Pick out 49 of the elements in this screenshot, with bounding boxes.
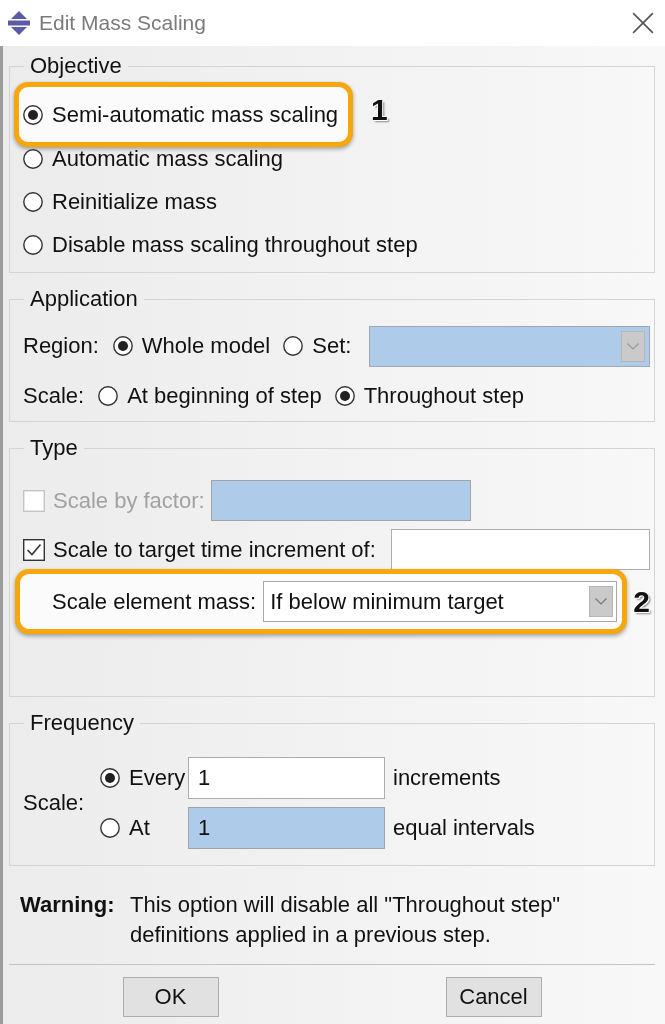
field-label: Scale: — [23, 790, 86, 816]
field-label: Scale: — [23, 383, 85, 409]
radio-button[interactable] — [23, 104, 43, 125]
window-title: Edit Mass Scaling — [39, 11, 206, 35]
radio-label[interactable]: Set: — [312, 333, 352, 359]
input-field[interactable]: 1 — [188, 807, 385, 849]
checkbox-label[interactable]: Scale to target time increment of: — [53, 536, 376, 563]
radio-button[interactable] — [334, 386, 355, 406]
field-label: Scale element mass: — [52, 588, 257, 615]
callout-number: 2 — [633, 584, 650, 619]
radio-label[interactable]: Semi-automatic mass scaling — [52, 101, 339, 128]
input-field[interactable]: 1 — [188, 757, 385, 799]
dropdown-field[interactable] — [369, 325, 650, 367]
radio-label[interactable]: Whole model — [141, 333, 271, 359]
radio-button[interactable] — [100, 768, 120, 788]
input-field[interactable] — [210, 480, 471, 521]
input-field[interactable] — [390, 529, 650, 570]
warning-text: This option will disable all "Throughout step" definitions applied in a previous step. — [130, 891, 562, 949]
radio-label[interactable]: Disable mass scaling throughout step — [52, 231, 418, 258]
radio-label[interactable]: Automatic mass scaling — [52, 145, 284, 172]
radio-button[interactable] — [283, 336, 304, 356]
unit-label: increments — [393, 765, 502, 791]
radio-label[interactable]: Reinitialize mass — [52, 188, 218, 215]
radio-button[interactable] — [98, 386, 119, 406]
close-icon[interactable] — [632, 12, 654, 34]
radio-label[interactable]: At beginning of step — [127, 383, 322, 409]
radio-button[interactable] — [23, 191, 43, 212]
caret-icon — [627, 342, 639, 350]
group-title: Application — [29, 287, 139, 311]
checkbox[interactable] — [23, 538, 45, 561]
callout-number: 1 — [371, 92, 388, 127]
dialog-button[interactable]: Cancel — [445, 977, 542, 1017]
dropdown-field[interactable]: If below minimum target — [263, 581, 618, 622]
field-label: Region: — [23, 333, 99, 359]
radio-button[interactable] — [100, 818, 120, 838]
radio-button[interactable] — [112, 336, 133, 356]
caret-icon — [595, 598, 608, 605]
radio-label[interactable]: Every — [129, 765, 186, 791]
unit-label: equal intervals — [393, 815, 536, 841]
radio-button[interactable] — [23, 234, 43, 255]
radio-label[interactable]: At — [129, 815, 150, 841]
group-title: Objective — [29, 54, 123, 78]
group-title: Frequency — [29, 711, 135, 735]
up-down-arrow-icon — [8, 11, 30, 35]
radio-button[interactable] — [23, 148, 43, 169]
radio-label[interactable]: Throughout step — [363, 383, 524, 409]
warning-label: Warning: — [20, 891, 116, 919]
group-title: Type — [29, 436, 79, 460]
dialog-button[interactable]: OK — [122, 977, 219, 1017]
